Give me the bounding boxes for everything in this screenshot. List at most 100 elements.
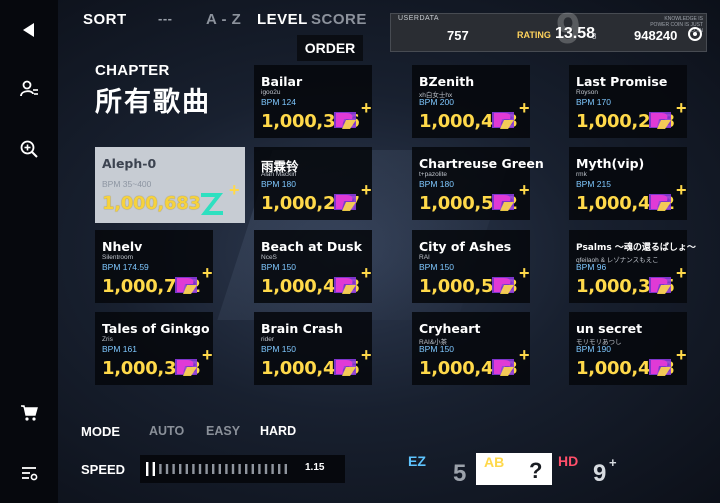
rank-plus: + [519,180,530,200]
song-bpm: BPM 161 [102,344,137,354]
song-artist: t+pazolite [419,171,448,178]
rank-plus: + [202,345,213,365]
sort-az-button[interactable]: A - Z [206,11,241,28]
speed-tick [192,464,195,474]
rating-sub: 3 [592,32,597,41]
speed-tick [165,464,169,474]
rank-badge-icon [649,112,671,129]
sort-score-button[interactable]: SCORE [311,11,367,28]
speed-tick [212,464,215,474]
chapter-name: 所有歌曲 [95,87,211,118]
song-card[interactable]: BZenith xh白女士hx BPM 200 1,000,423 + [412,65,530,138]
speed-tick [258,464,261,474]
difficulty-ab-label: AB [484,454,505,470]
song-card[interactable]: Nhelv Silentroom BPM 174.59 1,000,742 + [95,230,213,303]
triangle-left-icon [23,23,34,37]
song-card[interactable]: Tales of Ginkgo Zris BPM 161 1,000,363 + [95,312,213,385]
profile-button[interactable] [14,74,44,104]
sort-label: SORT [83,11,127,28]
speed-tick [284,464,287,474]
store-button[interactable] [14,398,44,428]
difficulty-ez-label: EZ [408,453,426,469]
difficulty-hd-label: HD [558,453,579,469]
song-card[interactable]: City of Ashes RAI BPM 150 1,000,523 + [412,230,530,303]
song-card[interactable]: un secret モリモリあつし BPM 190 1,000,413 + [569,312,687,385]
rank-plus: + [676,345,687,365]
speed-label: SPEED [81,462,126,477]
song-title: Nhelv [102,239,143,254]
speed-tick [231,464,235,474]
speed-tick [251,464,254,474]
rank-plus: + [361,98,372,118]
sort-placeholder: --- [158,11,173,26]
song-artist: igoo2u [261,89,281,96]
song-card[interactable]: Psalms ～魂の還るばしょ～ qfeilaoh & レゾナンスもえこ BPM 9… [569,230,696,303]
mode-easy-button[interactable]: EASY [206,424,240,438]
settings-button[interactable] [14,458,44,488]
speed-tick [264,464,268,474]
song-bpm: BPM 180 [261,179,296,189]
song-card[interactable]: Aleph-0 BPM 35~400 1,000,683 + [95,147,245,223]
song-artist: NceS [261,254,277,261]
song-card[interactable]: Beach at Dusk NceS BPM 150 1,000,418 + [254,230,372,303]
difficulty-ez-level: 5 [453,460,467,487]
cart-icon [21,405,38,421]
speed-tick [245,464,248,474]
song-artist: Silentroom [102,254,134,261]
zoom-in-icon [20,140,38,158]
song-bpm: BPM 150 [261,262,296,272]
song-title: BZenith [419,74,475,89]
speed-tick [152,462,155,476]
rank-badge-icon [492,359,514,376]
speed-ticks [146,462,287,476]
song-artist: rider [261,336,275,343]
song-title: Beach at Dusk [261,239,362,254]
difficulty-ab-button[interactable]: AB ? [476,453,552,485]
rank-plus: + [676,98,687,118]
rank-plus: + [361,180,372,200]
song-title: Brain Crash [261,321,343,336]
song-card[interactable]: Cryheart RAI&小茶 BPM 150 1,000,403 + [412,312,530,385]
order-button[interactable]: ORDER [297,35,363,61]
rank-badge-icon [492,277,514,294]
user-list-icon [20,80,38,97]
rating-value: 13.58 [555,25,596,42]
song-title: Myth(vip) [576,156,645,171]
song-artist: Alan Mackin [261,171,297,178]
list-settings-icon [22,467,38,481]
mode-auto-button[interactable]: AUTO [149,424,184,438]
song-card[interactable]: Brain Crash rider BPM 150 1,000,425 + [254,312,372,385]
song-artist: RAI [419,254,430,261]
rank-badge-icon [649,277,671,294]
song-card[interactable]: Chartreuse Green t+pazolite BPM 180 1,000,5… [412,147,544,220]
mode-label: MODE [81,424,120,439]
song-bpm: BPM 190 [576,344,611,354]
speed-tick [198,464,202,474]
song-bpm: BPM 96 [576,262,607,272]
search-button[interactable] [14,134,44,164]
song-title: un secret [576,321,643,336]
song-title: Chartreuse Green [419,156,544,171]
song-title: Tales of Ginkgo [102,321,210,336]
rank-badge-icon [334,359,356,376]
back-button[interactable] [14,15,44,45]
song-title: Psalms ～魂の還るばしょ～ [576,243,696,253]
song-card[interactable]: Last Promise Royson BPM 170 1,000,238 + [569,65,687,138]
difficulty-ab-level: ? [529,458,543,483]
song-bpm: BPM 174.59 [102,262,149,272]
song-card[interactable]: Bailar igoo2u BPM 124 1,000,326 + [254,65,372,138]
song-card[interactable]: Myth(vip) rmk BPM 215 1,000,462 + [569,147,687,220]
sort-level-button[interactable]: LEVEL [257,11,308,28]
rank-plus: + [361,345,372,365]
song-bpm: BPM 150 [419,344,454,354]
song-card[interactable]: 雨霖铃 Alan Mackin BPM 180 1,000,277 + [254,147,372,220]
rank-plus: + [676,263,687,283]
speed-slider[interactable]: 1.15 [140,455,345,483]
mode-hard-button[interactable]: HARD [260,424,296,438]
rank-plus: + [519,345,530,365]
song-bpm: BPM 124 [261,97,296,107]
userdata-panel[interactable]: USERDATA 9 757 RATING 13.58 3 KNOWLEDGE … [390,4,707,53]
rank-badge-icon [175,277,197,294]
rank-badge-icon [492,112,514,129]
rank-plus: + [676,180,687,200]
